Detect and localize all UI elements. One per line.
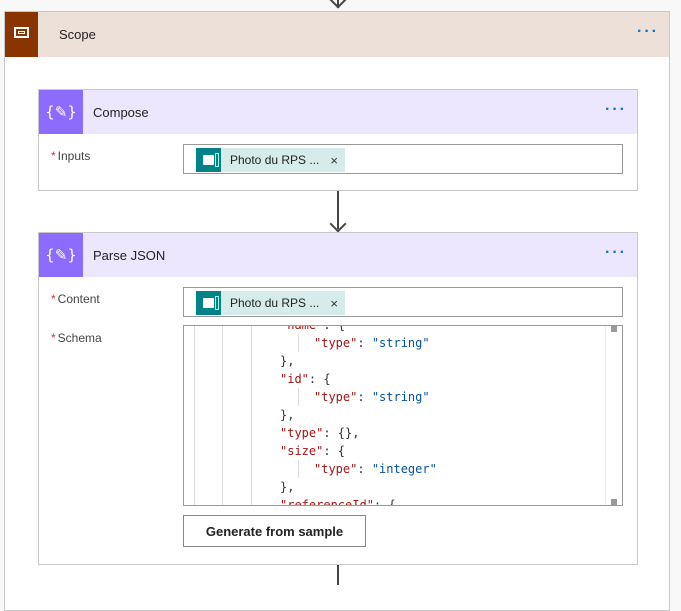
code-token: "type" xyxy=(314,390,358,404)
code-line: "type": {}, xyxy=(184,424,437,442)
scope-icon xyxy=(5,12,38,57)
code-token: "name" xyxy=(280,325,324,332)
compose-braces-icon: {✎} xyxy=(39,90,83,134)
required-marker: * xyxy=(51,331,56,345)
parse-json-action-card: {✎} Parse JSON ··· * Content Photo du RPS… xyxy=(38,232,638,565)
code-line: "name": { xyxy=(184,325,437,334)
code-token: "integer" xyxy=(371,462,437,476)
code-line: }, xyxy=(184,406,437,424)
token-label: Photo du RPS ... xyxy=(230,153,320,167)
code-token: }, xyxy=(280,480,295,494)
remove-token-button[interactable]: × xyxy=(330,296,338,311)
code-token: : xyxy=(357,390,372,404)
code-token: : { xyxy=(308,372,331,386)
code-token: : { xyxy=(323,444,346,458)
dynamic-content-token[interactable]: Photo du RPS ... × xyxy=(196,291,345,315)
token-label: Photo du RPS ... xyxy=(230,296,320,310)
inputs-field[interactable]: Photo du RPS ... × xyxy=(183,144,623,174)
generate-from-sample-button[interactable]: Generate from sample xyxy=(183,515,366,547)
code-token: "type" xyxy=(314,462,358,476)
required-marker: * xyxy=(51,292,56,306)
code-token: "string" xyxy=(371,336,430,350)
parse-json-title: Parse JSON xyxy=(93,248,166,263)
inputs-label: * Inputs xyxy=(51,149,90,163)
code-token: : { xyxy=(373,498,396,506)
code-line: "id": { xyxy=(184,370,437,388)
compose-more-options-button[interactable]: ··· xyxy=(605,101,627,119)
arrow-down-icon xyxy=(329,0,347,9)
compose-braces-icon: {✎} xyxy=(39,233,83,277)
compose-header[interactable]: {✎} Compose ··· xyxy=(39,90,637,134)
code-token: "string" xyxy=(371,390,430,404)
microsoft-forms-icon xyxy=(196,291,221,315)
microsoft-forms-icon xyxy=(196,148,221,172)
remove-token-button[interactable]: × xyxy=(330,153,338,168)
code-line: "size": { xyxy=(184,442,437,460)
schema-label: * Schema xyxy=(51,331,102,345)
compose-action-card: {✎} Compose ··· * Inputs Photo du RPS ...… xyxy=(38,89,638,191)
code-token: }, xyxy=(280,408,295,422)
code-token: : xyxy=(357,336,372,350)
code-token: : {}, xyxy=(323,426,360,440)
code-token: "id" xyxy=(280,372,309,386)
scope-more-options-button[interactable]: ··· xyxy=(637,23,659,41)
scope-header[interactable]: Scope ··· xyxy=(5,12,669,57)
code-line: }, xyxy=(184,478,437,496)
code-line: "type": "string" xyxy=(184,334,437,352)
code-token: : xyxy=(357,462,372,476)
editor-scrollbar[interactable] xyxy=(605,326,622,505)
connector-bottom xyxy=(337,565,339,585)
content-label: * Content xyxy=(51,292,100,306)
content-field[interactable]: Photo du RPS ... × xyxy=(183,287,623,317)
scope-title: Scope xyxy=(59,27,96,42)
dynamic-content-token[interactable]: Photo du RPS ... × xyxy=(196,148,345,172)
code-token: : { xyxy=(323,325,346,332)
code-token: "type" xyxy=(280,426,324,440)
code-line: "type": "string" xyxy=(184,388,437,406)
code-token: }, xyxy=(280,354,295,368)
parse-json-more-options-button[interactable]: ··· xyxy=(605,244,627,262)
code-token: "referenceId" xyxy=(280,498,374,506)
inputs-label-text: Inputs xyxy=(57,149,91,163)
compose-title: Compose xyxy=(93,105,149,120)
code-token: "type" xyxy=(314,336,358,350)
parse-json-header[interactable]: {✎} Parse JSON ··· xyxy=(39,233,637,277)
schema-code: "name": {"type": "string"}, "id": {"type"… xyxy=(184,325,437,506)
schema-editor[interactable]: "name": {"type": "string"}, "id": {"type"… xyxy=(183,325,623,506)
code-line: "type": "integer" xyxy=(184,460,437,478)
schema-label-text: Schema xyxy=(57,331,102,345)
code-token: "size" xyxy=(280,444,324,458)
content-label-text: Content xyxy=(57,292,100,306)
required-marker: * xyxy=(51,149,56,163)
code-line: "referenceId": { xyxy=(184,496,437,506)
code-line: }, xyxy=(184,352,437,370)
